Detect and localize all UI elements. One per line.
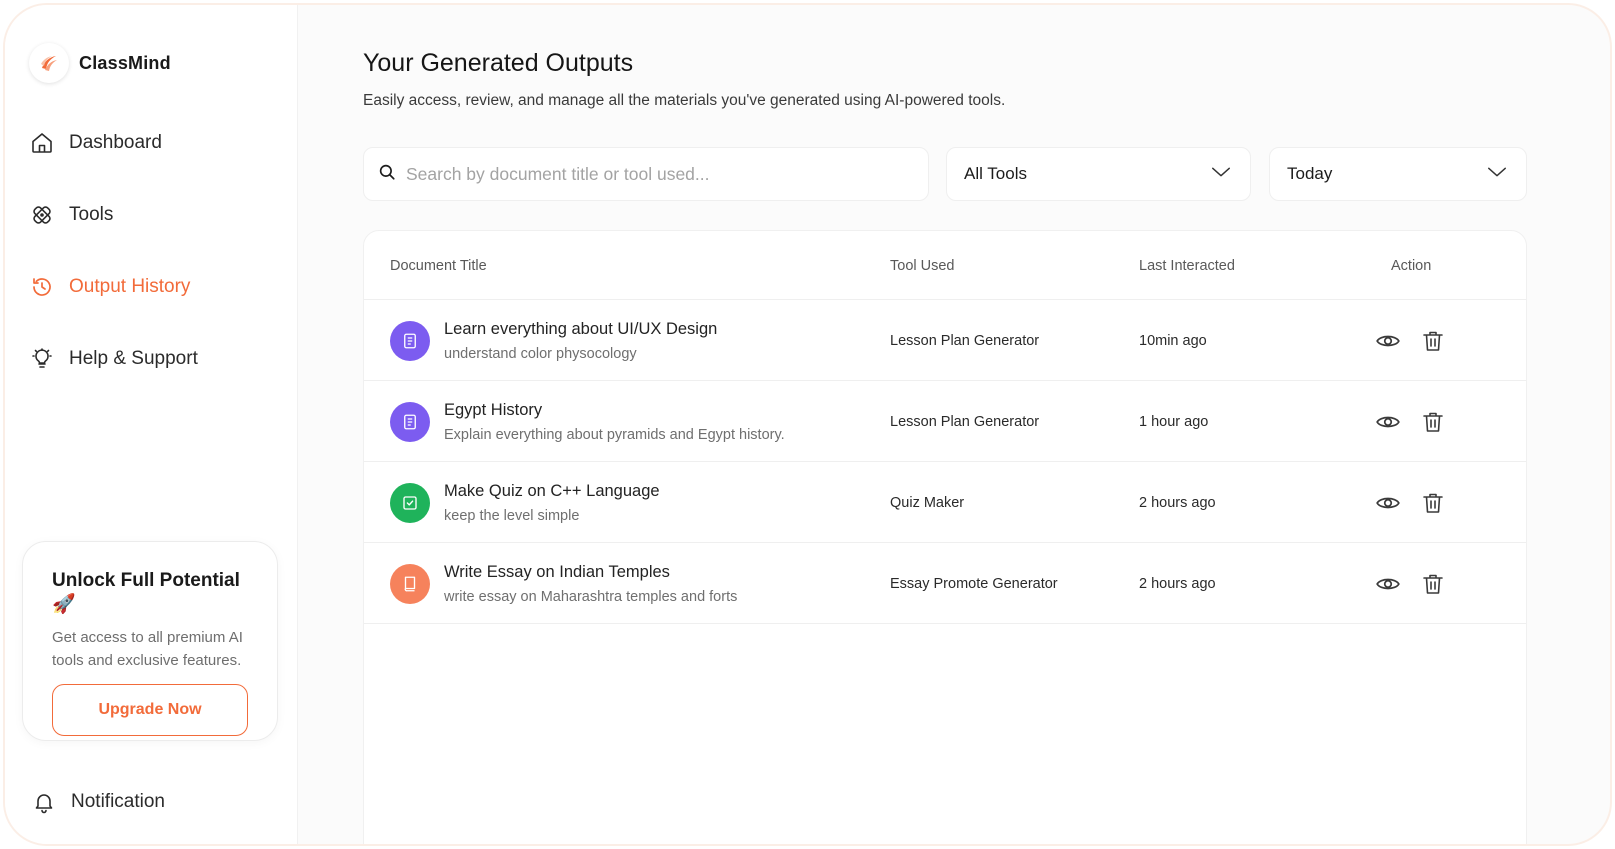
sidebar-nav: Dashboard Tools Output History Help & Su…	[29, 123, 198, 411]
last-interacted: 2 hours ago	[1139, 576, 1216, 592]
sidebar-item-label: Help & Support	[69, 348, 198, 369]
sidebar-item-help-support[interactable]: Help & Support	[29, 339, 198, 379]
table-row[interactable]: Write Essay on Indian Temples write essa…	[364, 543, 1526, 624]
document-subtitle: write essay on Maharashtra temples and f…	[444, 589, 738, 605]
main-content: Your Generated Outputs Easily access, re…	[298, 5, 1610, 844]
bell-icon	[31, 789, 57, 815]
view-eye-icon[interactable]	[1375, 328, 1401, 354]
document-subtitle: Explain everything about pyramids and Eg…	[444, 427, 785, 443]
table-row[interactable]: Learn everything about UI/UX Design unde…	[364, 300, 1526, 381]
tool-used: Essay Promote Generator	[890, 576, 1058, 592]
tools-icon	[29, 202, 55, 228]
sidebar-item-output-history[interactable]: Output History	[29, 267, 198, 307]
sidebar-item-label: Output History	[69, 276, 191, 297]
table-row[interactable]: Make Quiz on C++ Language keep the level…	[364, 462, 1526, 543]
promo-text: Get access to all premium AI tools and e…	[52, 629, 243, 669]
view-eye-icon[interactable]	[1375, 490, 1401, 516]
sidebar-item-notification[interactable]: Notification	[31, 789, 165, 815]
column-header-action: Action	[1391, 258, 1432, 274]
chevron-down-icon	[1210, 161, 1232, 188]
delete-trash-icon[interactable]	[1421, 409, 1445, 435]
outputs-table: Document Title Tool Used Last Interacted…	[363, 230, 1527, 844]
document-icon	[390, 564, 430, 604]
last-interacted: 1 hour ago	[1139, 414, 1209, 430]
sidebar-item-label: Notification	[71, 791, 165, 812]
document-subtitle: keep the level simple	[444, 508, 580, 524]
tool-used: Lesson Plan Generator	[890, 414, 1040, 430]
view-eye-icon[interactable]	[1375, 409, 1401, 435]
upgrade-now-button[interactable]: Upgrade Now	[52, 684, 248, 736]
promo-title: Unlock Full Potential 🚀	[52, 570, 240, 615]
document-title[interactable]: Learn everything about UI/UX Design	[444, 320, 717, 339]
app-window: ClassMind Dashboard Tools Output History…	[3, 3, 1612, 846]
checkbox-icon	[390, 483, 430, 523]
upgrade-promo-card: Unlock Full Potential 🚀 Get access to al…	[22, 541, 278, 741]
search-input[interactable]	[406, 163, 906, 185]
tool-filter-select[interactable]: All Tools	[946, 147, 1251, 201]
table-header: Document Title Tool Used Last Interacted…	[364, 231, 1526, 300]
tool-filter-value: All Tools	[964, 164, 1027, 183]
chevron-down-icon	[1486, 161, 1508, 188]
search-box	[363, 147, 929, 201]
app-name: ClassMind	[79, 52, 171, 73]
date-filter-select[interactable]: Today	[1269, 147, 1527, 201]
delete-trash-icon[interactable]	[1421, 490, 1445, 516]
sidebar-item-dashboard[interactable]: Dashboard	[29, 123, 198, 163]
document-subtitle: understand color physocology	[444, 346, 637, 362]
brand[interactable]: ClassMind	[29, 43, 171, 83]
delete-trash-icon[interactable]	[1421, 571, 1445, 597]
search-icon	[378, 163, 396, 186]
page-subtitle: Easily access, review, and manage all th…	[363, 92, 1006, 109]
document-title[interactable]: Make Quiz on C++ Language	[444, 482, 660, 501]
classmind-logo-icon	[29, 43, 69, 83]
column-header-last-interacted: Last Interacted	[1139, 258, 1235, 274]
column-header-tool-used: Tool Used	[890, 258, 955, 274]
sidebar: ClassMind Dashboard Tools Output History…	[5, 5, 298, 844]
history-icon	[29, 274, 55, 300]
home-icon	[29, 130, 55, 156]
page-title: Your Generated Outputs	[363, 49, 634, 77]
sidebar-item-tools[interactable]: Tools	[29, 195, 198, 235]
tool-used: Lesson Plan Generator	[890, 333, 1040, 349]
lightbulb-icon	[29, 346, 55, 372]
book-icon	[390, 321, 430, 361]
book-icon	[390, 402, 430, 442]
last-interacted: 10min ago	[1139, 333, 1207, 349]
sidebar-item-label: Tools	[69, 204, 114, 225]
document-title[interactable]: Write Essay on Indian Temples	[444, 563, 670, 582]
date-filter-value: Today	[1287, 164, 1333, 183]
document-title[interactable]: Egypt History	[444, 401, 542, 420]
sidebar-item-label: Dashboard	[69, 132, 162, 153]
last-interacted: 2 hours ago	[1139, 495, 1216, 511]
view-eye-icon[interactable]	[1375, 571, 1401, 597]
table-row[interactable]: Egypt History Explain everything about p…	[364, 381, 1526, 462]
column-header-document-title: Document Title	[390, 258, 487, 274]
delete-trash-icon[interactable]	[1421, 328, 1445, 354]
tool-used: Quiz Maker	[890, 495, 965, 511]
